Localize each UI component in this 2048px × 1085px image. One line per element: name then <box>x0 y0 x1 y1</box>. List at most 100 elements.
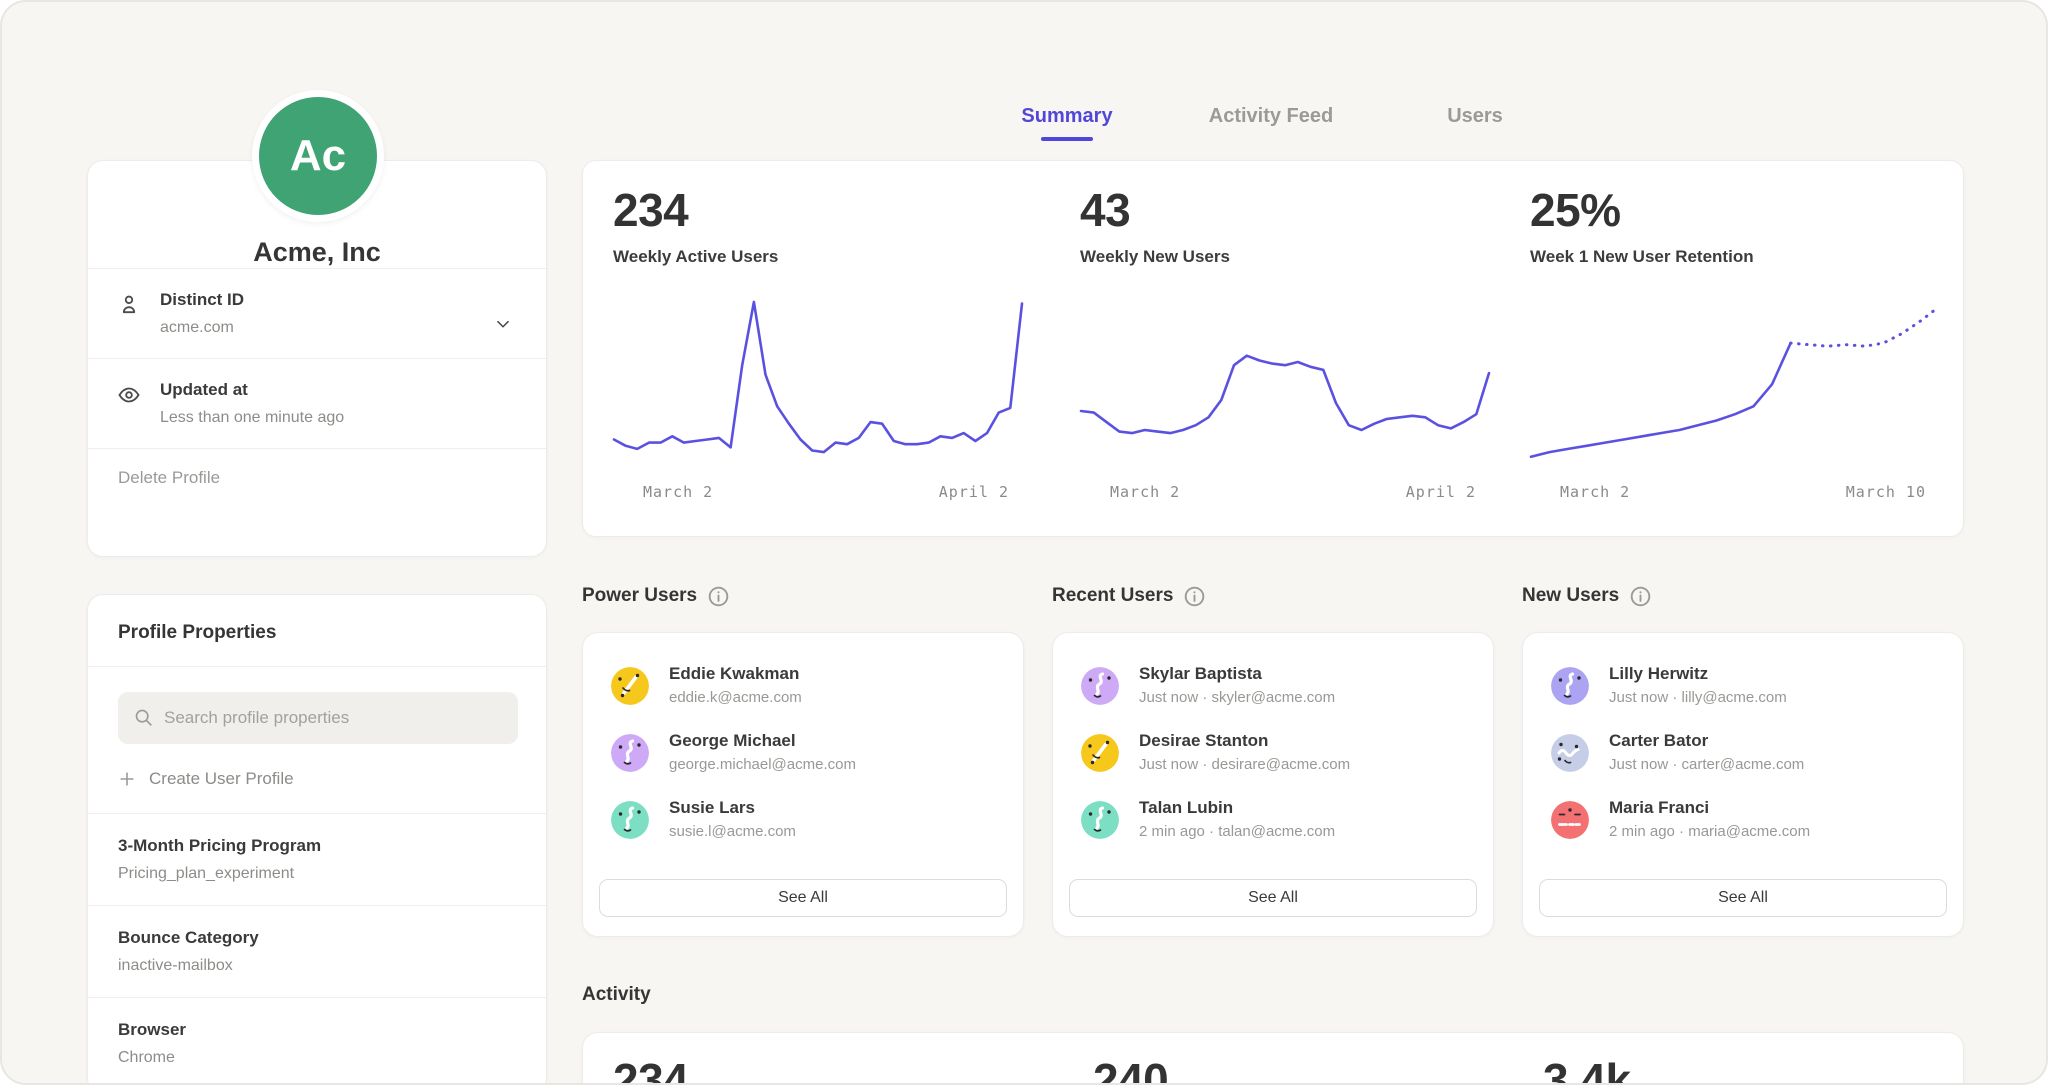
recent-users-title: Recent Users <box>1052 585 1173 607</box>
see-all-button[interactable]: See All <box>1069 879 1477 917</box>
distinct-id-label: Distinct ID <box>160 290 516 310</box>
retention-value: 25% <box>1530 183 1621 237</box>
user-avatar <box>611 667 649 705</box>
delete-profile-button[interactable]: Delete Profile <box>88 448 546 507</box>
see-all-button[interactable]: See All <box>1539 879 1947 917</box>
user-avatar <box>611 801 649 839</box>
info-icon[interactable] <box>1630 586 1651 607</box>
person-icon <box>116 292 142 318</box>
user-detail: eddie.k@acme.com <box>669 689 802 706</box>
weekly-active-users-chart <box>613 296 1023 466</box>
app-frame: Ac Acme, Inc Distinct ID acme.com Update… <box>0 0 2048 1085</box>
user-avatar <box>1551 734 1589 772</box>
info-icon[interactable] <box>708 586 729 607</box>
search-box <box>118 692 516 744</box>
user-detail: Just now · lilly@acme.com <box>1609 689 1787 706</box>
user-name: Susie Lars <box>669 798 755 818</box>
user-name: Maria Franci <box>1609 798 1709 818</box>
property-row[interactable]: 3-Month Pricing Program Pricing_plan_exp… <box>88 813 546 905</box>
user-row[interactable]: Carter Bator Just now · carter@acme.com <box>1551 729 1943 787</box>
user-detail: 2 min ago · maria@acme.com <box>1609 823 1810 840</box>
search-profile-properties-input[interactable] <box>118 692 518 744</box>
weekly-new-users-chart <box>1080 296 1490 466</box>
user-detail: Just now · carter@acme.com <box>1609 756 1804 773</box>
power-users-column: Power Users Eddie Kwakman eddie.k@acme.c… <box>582 582 1024 937</box>
info-icon[interactable] <box>1184 586 1205 607</box>
axis-label-start: March 2 <box>1560 483 1630 501</box>
tab-users-label: Users <box>1447 105 1503 127</box>
distinct-id-row[interactable]: Distinct ID acme.com <box>88 268 546 358</box>
user-avatar <box>1081 667 1119 705</box>
property-value: Pricing_plan_experiment <box>118 865 516 883</box>
axis-label-end: April 2 <box>939 483 1009 501</box>
user-row[interactable]: Susie Lars susie.l@acme.com <box>611 796 1003 854</box>
create-user-profile-label: Create User Profile <box>149 769 294 789</box>
weekly-active-users-label: Weekly Active Users <box>613 247 778 267</box>
see-all-button[interactable]: See All <box>599 879 1007 917</box>
weekly-active-users-value: 234 <box>613 183 688 237</box>
user-detail: george.michael@acme.com <box>669 756 856 773</box>
weekly-new-users-panel: 43 Weekly New Users March 2 April 2 <box>1080 161 1490 536</box>
property-row[interactable]: Bounce Category inactive-mailbox <box>88 905 546 997</box>
create-user-profile-button[interactable]: Create User Profile <box>118 769 516 789</box>
company-avatar: Ac <box>252 90 384 222</box>
search-icon <box>133 707 155 729</box>
user-detail: susie.l@acme.com <box>669 823 796 840</box>
user-name: George Michael <box>669 731 796 751</box>
company-avatar-initials: Ac <box>290 131 346 181</box>
distinct-id-value: acme.com <box>160 319 516 337</box>
new-users-column: New Users Lilly Herwitz Just now · lilly… <box>1522 582 1964 937</box>
property-row[interactable]: Browser Chrome <box>88 997 546 1085</box>
user-row[interactable]: Maria Franci 2 min ago · maria@acme.com <box>1551 796 1943 854</box>
weekly-new-users-label: Weekly New Users <box>1080 247 1230 267</box>
user-row[interactable]: Eddie Kwakman eddie.k@acme.com <box>611 662 1003 720</box>
property-value: inactive-mailbox <box>118 957 516 975</box>
user-avatar <box>1081 734 1119 772</box>
active-tab-underline <box>1041 137 1093 141</box>
user-avatar <box>1081 801 1119 839</box>
user-name: Carter Bator <box>1609 731 1708 751</box>
user-row[interactable]: Desirae Stanton Just now · desirare@acme… <box>1081 729 1473 787</box>
tab-users[interactable]: Users <box>1375 105 1575 141</box>
activity-stat: 240 <box>1093 1053 1168 1085</box>
property-value: Chrome <box>118 1049 516 1067</box>
user-row[interactable]: Skylar Baptista Just now · skyler@acme.c… <box>1081 662 1473 720</box>
eye-icon <box>116 382 142 408</box>
user-row[interactable]: George Michael george.michael@acme.com <box>611 729 1003 787</box>
retention-panel: 25% Week 1 New User Retention March 2 Ma… <box>1530 161 1940 536</box>
user-detail: Just now · desirare@acme.com <box>1139 756 1350 773</box>
chevron-down-icon[interactable] <box>492 313 514 335</box>
profile-properties-card: Profile Properties Create User Profile 3… <box>87 594 547 1085</box>
power-users-title: Power Users <box>582 585 697 607</box>
axis-label-start: March 2 <box>643 483 713 501</box>
user-row[interactable]: Lilly Herwitz Just now · lilly@acme.com <box>1551 662 1943 720</box>
recent-users-card: Skylar Baptista Just now · skyler@acme.c… <box>1052 632 1494 937</box>
property-label: Browser <box>118 1020 516 1040</box>
tab-activity-feed[interactable]: Activity Feed <box>1171 105 1371 141</box>
recent-users-column: Recent Users Skylar Baptista Just now · … <box>1052 582 1494 937</box>
retention-chart <box>1530 296 1940 466</box>
property-label: 3-Month Pricing Program <box>118 836 516 856</box>
activity-stat: 234 <box>613 1053 688 1085</box>
tab-activity-feed-label: Activity Feed <box>1209 105 1333 127</box>
weekly-new-users-value: 43 <box>1080 183 1130 237</box>
activity-card: 234 240 3.4k <box>582 1032 1964 1085</box>
property-label: Bounce Category <box>118 928 516 948</box>
axis-label-end: March 10 <box>1846 483 1926 501</box>
user-row[interactable]: Talan Lubin 2 min ago · talan@acme.com <box>1081 796 1473 854</box>
new-users-title: New Users <box>1522 585 1619 607</box>
activity-stat: 3.4k <box>1543 1053 1631 1085</box>
updated-at-row: Updated at Less than one minute ago <box>88 358 546 448</box>
activity-title: Activity <box>582 984 651 1006</box>
updated-at-value: Less than one minute ago <box>160 409 516 427</box>
retention-label: Week 1 New User Retention <box>1530 247 1754 267</box>
plus-icon <box>118 770 136 788</box>
tab-summary[interactable]: Summary <box>967 105 1167 141</box>
axis-label-start: March 2 <box>1110 483 1180 501</box>
user-detail: 2 min ago · talan@acme.com <box>1139 823 1335 840</box>
summary-stats-card: 234 Weekly Active Users March 2 April 2 … <box>582 160 1964 537</box>
tab-bar: Summary Activity Feed Users <box>967 105 1575 141</box>
updated-at-label: Updated at <box>160 380 516 400</box>
user-name: Talan Lubin <box>1139 798 1233 818</box>
user-detail: Just now · skyler@acme.com <box>1139 689 1335 706</box>
